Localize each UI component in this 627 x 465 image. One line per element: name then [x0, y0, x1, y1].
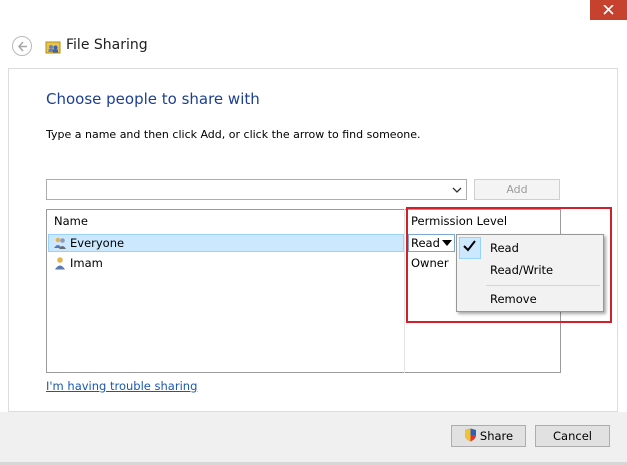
column-divider: [404, 209, 405, 373]
title-bar: [0, 0, 627, 68]
page-heading: Choose people to share with: [46, 90, 260, 108]
share-label: Share: [479, 429, 514, 443]
uac-shield-icon: [464, 428, 476, 442]
back-button[interactable]: [12, 36, 32, 56]
close-button[interactable]: [590, 0, 627, 20]
row-name-everyone[interactable]: Everyone: [70, 236, 124, 250]
trouble-sharing-link[interactable]: I'm having trouble sharing: [46, 379, 197, 393]
file-sharing-icon: [45, 41, 61, 54]
highlight-annotation-box: [406, 207, 612, 323]
instructions-text: Type a name and then click Add, or click…: [46, 128, 421, 141]
footer-bar: [0, 412, 627, 465]
share-button[interactable]: Share: [451, 425, 526, 447]
close-icon: [603, 5, 614, 15]
column-header-name[interactable]: Name: [54, 214, 88, 228]
dropdown-arrow-icon[interactable]: [450, 182, 464, 197]
name-combobox[interactable]: [46, 179, 467, 200]
row-name-imam[interactable]: Imam: [70, 256, 103, 270]
window-title: File Sharing: [66, 37, 148, 53]
group-users-icon: [54, 237, 66, 249]
name-input[interactable]: [49, 181, 453, 200]
back-arrow-icon: [17, 41, 27, 52]
add-button[interactable]: Add: [474, 179, 560, 200]
cancel-button[interactable]: Cancel: [535, 425, 610, 447]
user-icon: [55, 257, 65, 270]
